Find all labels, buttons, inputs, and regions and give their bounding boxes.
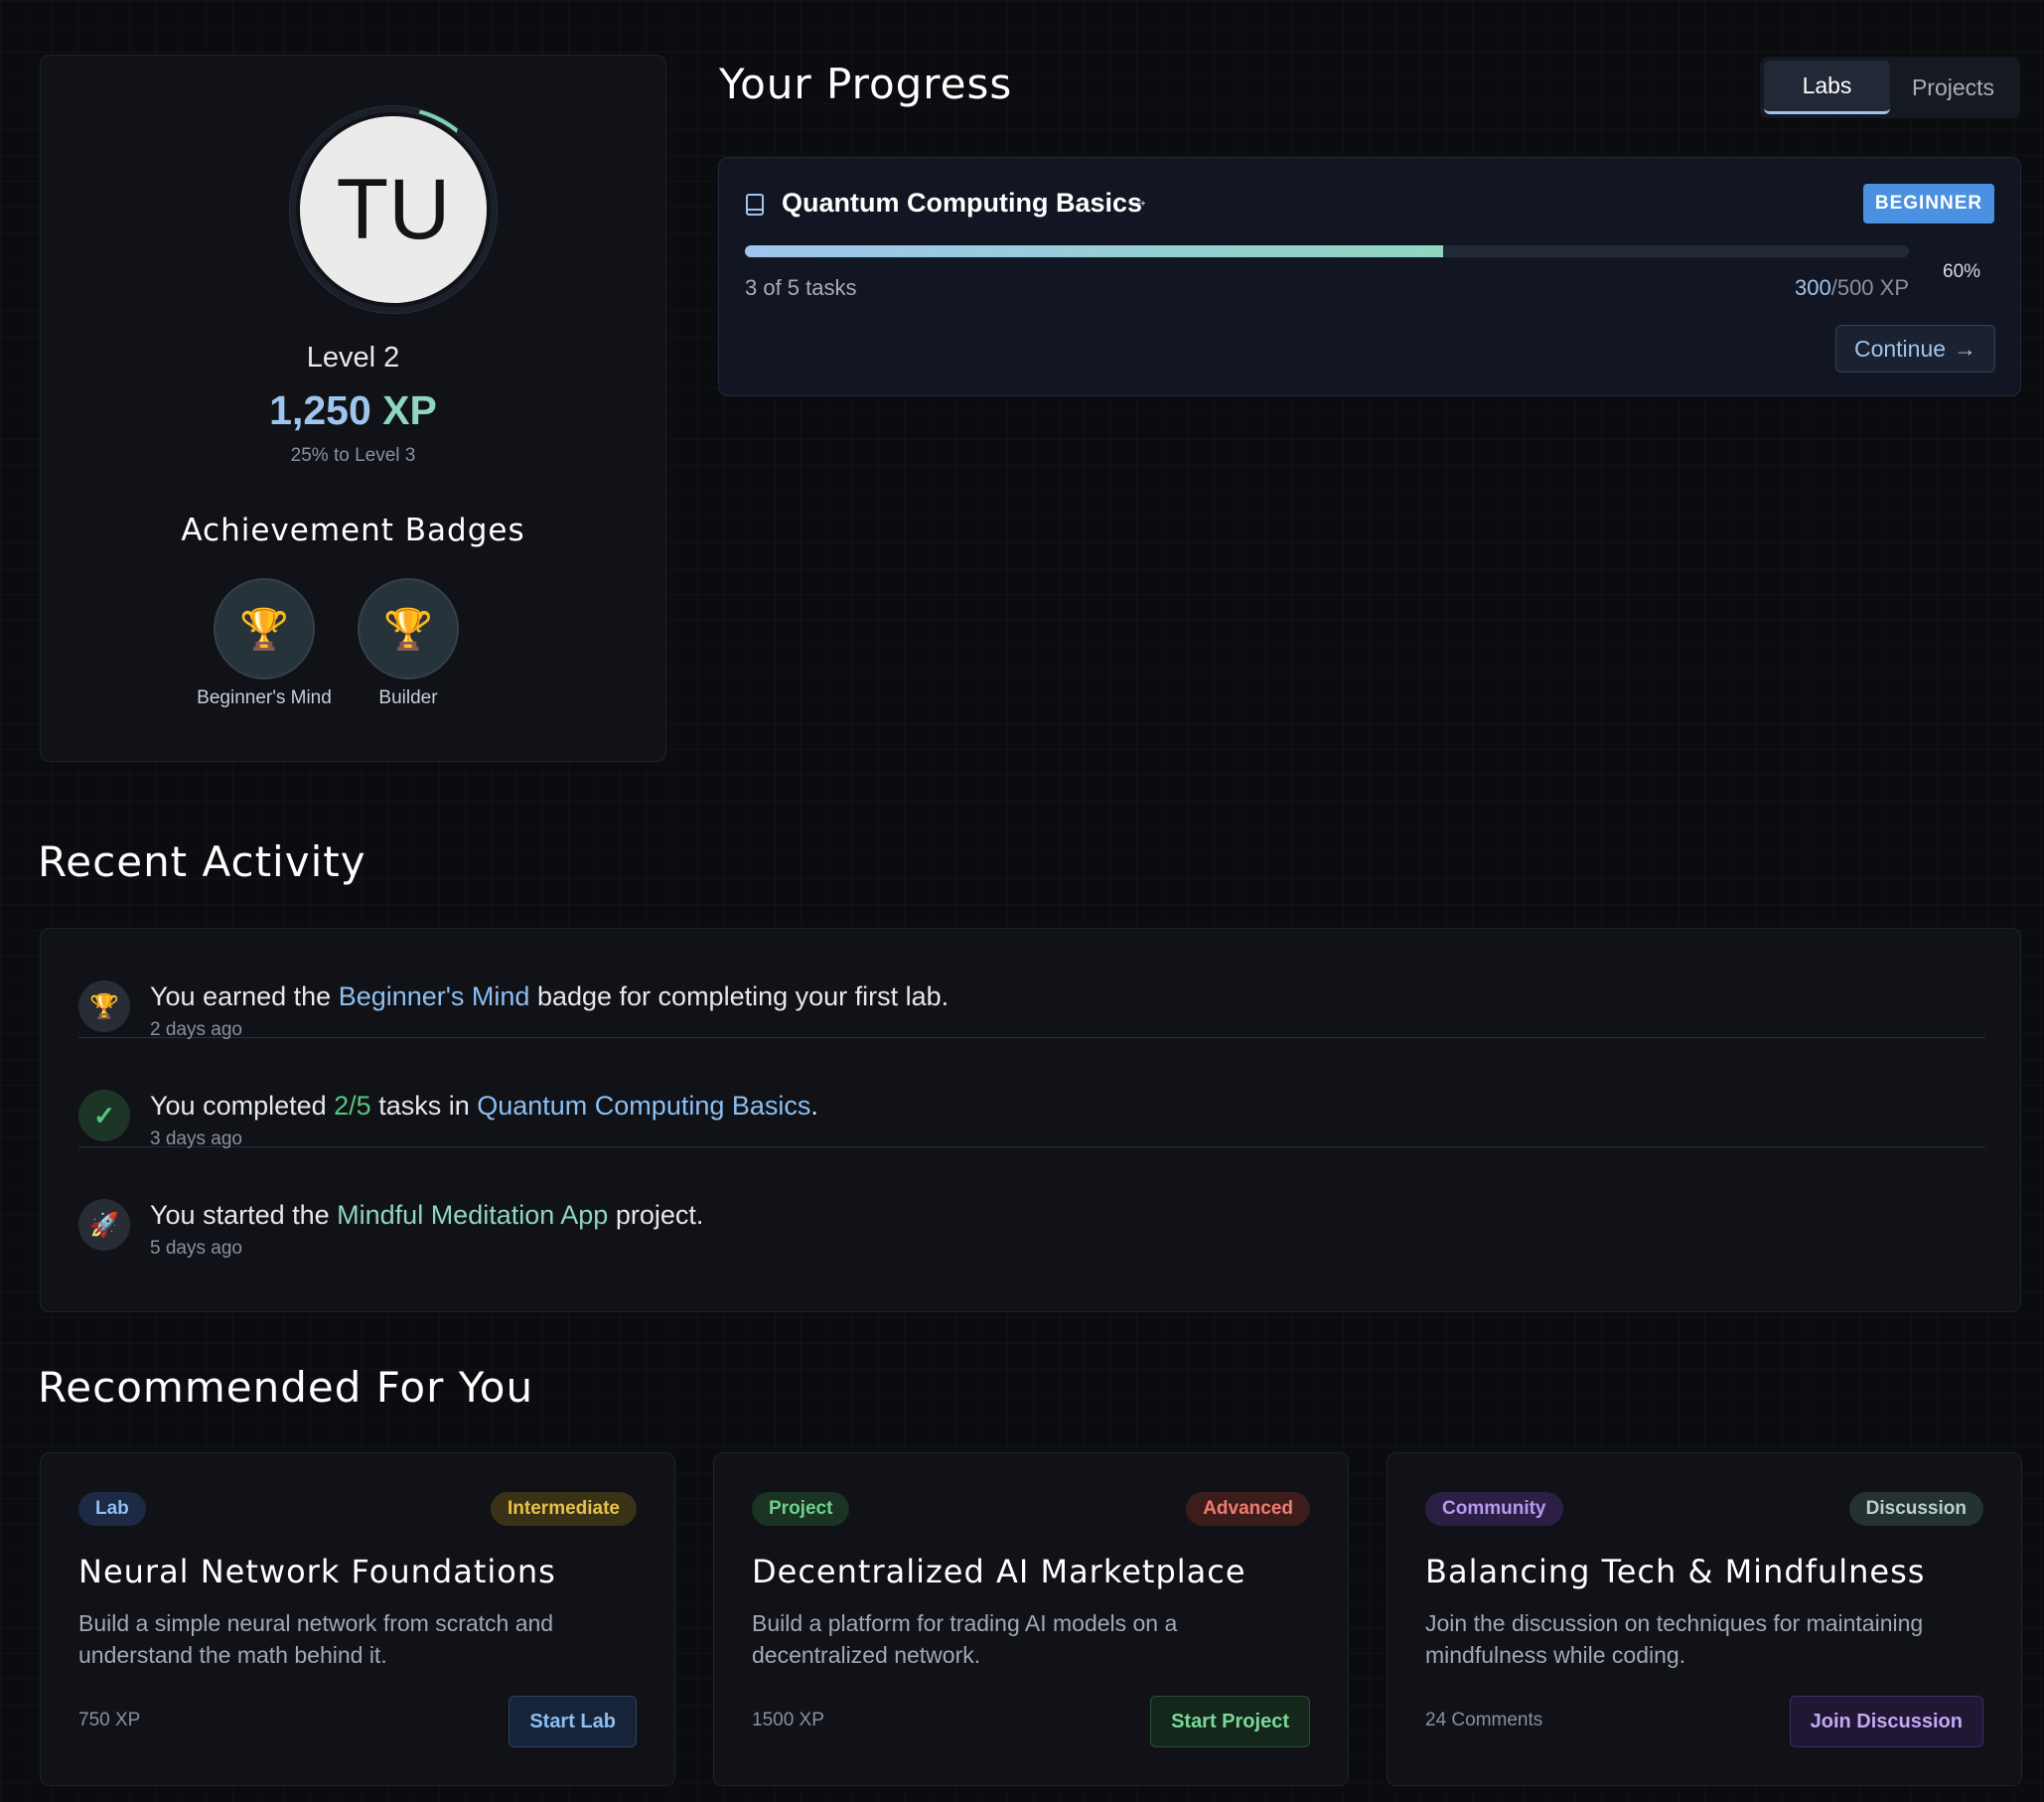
card-xp: 750 XP [78,1710,141,1730]
continue-button[interactable]: Continue → [1835,325,1995,373]
check-icon: ✓ [78,1090,130,1141]
badge-label: Builder [378,687,438,708]
badge-link[interactable]: Beginner's Mind [339,981,530,1011]
trophy-icon: 🏆 [214,578,315,679]
book-icon [746,194,764,216]
recommendation-card-lab: Lab Intermediate Neural Network Foundati… [40,1452,675,1786]
activity-item: 🚀 You started the Mindful Meditation App… [78,1147,1985,1259]
progress-bar [745,245,1909,257]
arrow-right-icon[interactable]: → [1129,190,1149,213]
badge-beginners-mind[interactable]: 🏆 Beginner's Mind [185,578,344,709]
activity-time: 5 days ago [150,1238,242,1259]
profile-card: TU Level 2 1,250 XP 25% to Level 3 Achie… [40,55,666,762]
badge-label: Beginner's Mind [197,687,332,708]
card-title: Decentralized AI Marketplace [752,1553,1246,1590]
recommendation-card-project: Project Advanced Decentralized AI Market… [713,1452,1349,1786]
card-title: Neural Network Foundations [78,1553,556,1590]
badges-title: Achievement Badges [181,513,525,548]
card-xp: 1500 XP [752,1710,824,1730]
continue-label: Continue [1853,335,1947,362]
type-badge: Community [1425,1492,1563,1526]
recommendation-card-community: Community Discussion Balancing Tech & Mi… [1387,1452,2022,1786]
difficulty-badge: BEGINNER [1863,184,1994,224]
type-badge: Project [752,1492,850,1526]
progress-tabs: Labs Projects [1760,57,2020,118]
course-xp: 300/500 XP [1782,275,1909,301]
course-xp-total: /500 XP [1830,275,1909,300]
start-lab-button[interactable]: Start Lab [509,1696,637,1747]
course-progress-card: Quantum Computing Basics → BEGINNER 3 of… [718,157,2021,396]
user-level: Level 2 [306,342,400,374]
activity-item: ✓ You completed 2/5 tasks in Quantum Com… [78,1038,1985,1149]
rocket-icon: 🚀 [78,1199,130,1251]
tasks-count: 3 of 5 tasks [745,275,857,300]
tab-projects[interactable]: Projects [1890,61,2016,114]
category-badge: Discussion [1848,1492,1983,1526]
activity-text: You completed 2/5 tasks in Quantum Compu… [150,1091,818,1121]
avatar[interactable]: TU [300,116,487,303]
type-badge: Lab [78,1492,146,1526]
activity-item: 🏆 You earned the Beginner's Mind badge f… [78,929,1985,1040]
trophy-icon: 🏆 [78,980,130,1032]
tab-labs[interactable]: Labs [1764,61,1890,114]
arrow-right-icon: → [1954,335,1977,362]
activity-text: You earned the Beginner's Mind badge for… [150,981,949,1011]
xp-unit: XP [382,387,437,433]
difficulty-badge: Intermediate [491,1492,637,1526]
activity-feed: 🏆 You earned the Beginner's Mind badge f… [40,928,2021,1312]
course-title-link[interactable]: Quantum Computing Basics [782,188,1142,219]
progress-title: Your Progress [719,60,1013,108]
card-description: Build a platform for trading AI models o… [752,1610,1178,1668]
card-comments: 24 Comments [1425,1710,1543,1730]
progress-percent: 60% [1943,261,1981,282]
activity-text: You started the Mindful Meditation App p… [150,1200,704,1230]
progress-bar-fill [745,245,1444,257]
recent-activity-title: Recent Activity [38,837,366,886]
course-xp-current: 300 [1795,275,1831,300]
recommended-title: Recommended For You [38,1363,534,1412]
join-discussion-button[interactable]: Join Discussion [1789,1696,1983,1747]
badge-builder[interactable]: 🏆 Builder [329,578,488,709]
course-link[interactable]: Quantum Computing Basics [477,1091,810,1121]
xp-total: 1,250 XP [41,387,665,434]
next-level-progress: 25% to Level 3 [290,445,416,466]
start-project-button[interactable]: Start Project [1150,1696,1310,1747]
card-description: Build a simple neural network from scrat… [78,1610,554,1668]
trophy-icon: 🏆 [358,578,459,679]
xp-value: 1,250 [269,387,371,433]
difficulty-badge: Advanced [1186,1492,1310,1526]
card-title: Balancing Tech & Mindfulness [1425,1553,1926,1590]
card-description: Join the discussion on techniques for ma… [1425,1610,1924,1668]
project-link[interactable]: Mindful Meditation App [337,1200,608,1230]
